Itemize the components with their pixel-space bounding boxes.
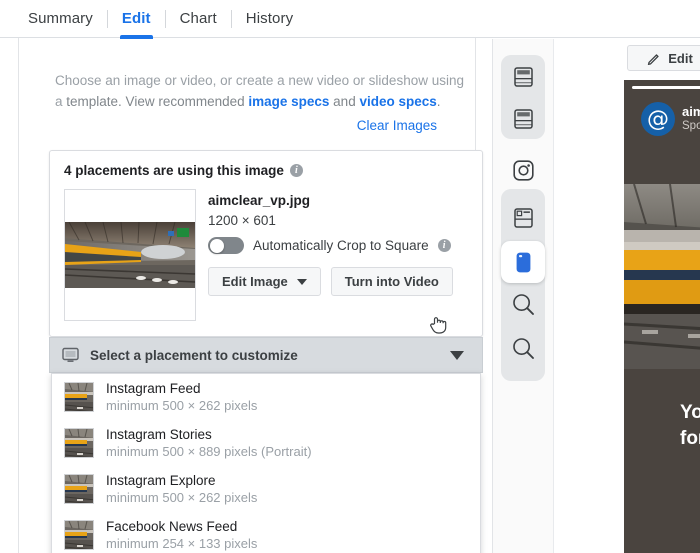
monitor-icon	[62, 347, 79, 362]
tab-edit[interactable]: Edit	[108, 0, 165, 39]
dropdown-item-title: Instagram Stories	[106, 427, 212, 442]
avatar: @	[641, 102, 675, 136]
auto-crop-label: Automatically Crop to Square	[253, 238, 429, 253]
rail-item-search-1[interactable]	[501, 283, 545, 325]
chevron-down-icon	[296, 278, 307, 285]
file-name: aimclear_vp.jpg	[208, 193, 311, 208]
dropdown-item[interactable]: Instagram Feed minimum 500 × 262 pixels	[52, 374, 480, 420]
preview-edit-button[interactable]: Edit	[627, 45, 700, 71]
tab-bar: Summary Edit Chart History	[0, 0, 700, 39]
placement-thumbnail	[64, 520, 94, 550]
select-placement-bar[interactable]: Select a placement to customize	[49, 337, 483, 373]
edit-image-button[interactable]: Edit Image	[208, 267, 321, 296]
feed-card-icon	[513, 208, 533, 228]
crop-to-square-row: Automatically Crop to Square i	[208, 237, 451, 254]
rail-item-feed-2[interactable]	[501, 98, 545, 140]
preview-edit-label: Edit	[668, 50, 693, 66]
placement-thumbnail-image	[65, 475, 93, 503]
dropdown-item[interactable]: Instagram Stories minimum 500 × 889 pixel…	[52, 420, 480, 466]
video-specs-link[interactable]: video specs	[359, 94, 436, 109]
dropdown-item-subtitle: minimum 500 × 262 pixels	[106, 398, 258, 413]
select-placement-label: Select a placement to customize	[90, 347, 298, 363]
chevron-down-icon[interactable]	[450, 351, 464, 360]
auto-crop-toggle[interactable]	[208, 237, 244, 254]
dropdown-item-text: Instagram Feed minimum 500 × 262 pixels	[106, 380, 257, 414]
card-button-row: Edit Image Turn into Video	[208, 267, 453, 296]
dropdown-item-title: Instagram Explore	[106, 473, 216, 488]
feed-card-icon	[513, 109, 533, 129]
search-icon	[512, 293, 534, 315]
tab-list: Summary Edit Chart History	[0, 0, 307, 39]
crop-info-icon[interactable]: i	[437, 239, 451, 252]
dropdown-item[interactable]: Instagram Explore minimum 500 × 262 pixel…	[52, 466, 480, 512]
sponsored-label: Spons	[682, 120, 700, 132]
tab-chart[interactable]: Chart	[166, 0, 231, 38]
placement-thumbnail	[64, 474, 94, 504]
dropdown-item-subtitle: minimum 254 × 133 pixels	[106, 536, 258, 551]
dropdown-item-title: Facebook News Feed	[106, 519, 238, 534]
story-image	[624, 184, 700, 369]
placement-thumbnail-image	[65, 383, 93, 411]
dropdown-item-text: Instagram Stories minimum 500 × 889 pixel…	[106, 426, 312, 460]
instagram-icon	[512, 159, 534, 181]
dropdown-item-text: Facebook News Feed minimum 254 × 133 pixe…	[106, 518, 257, 552]
brand-name: aimc	[682, 104, 700, 119]
placement-card: 4 placements are using this image i aimc…	[49, 150, 483, 337]
rail-item-story-selected[interactable]	[501, 241, 545, 283]
rail-item-search-2[interactable]	[501, 327, 545, 369]
placement-card-title: 4 placements are using this image i	[64, 163, 303, 178]
pencil-icon	[648, 54, 660, 65]
avatar-glyph: @	[647, 106, 669, 132]
placement-icon-rail	[492, 39, 554, 553]
story-preview-card[interactable]: @ aimc Spons	[624, 80, 700, 553]
story-headline: You forc	[680, 400, 700, 452]
headline-line-1: You	[680, 402, 700, 423]
image-specs-link[interactable]: image specs	[248, 94, 329, 109]
train-station-photo	[624, 184, 700, 369]
description-line-2-pre: template. View recommended	[66, 94, 249, 109]
tab-history[interactable]: History	[232, 0, 307, 38]
description-line-2-mid: and	[329, 94, 360, 109]
placement-thumbnail	[64, 428, 94, 458]
app-root: Choose an image or video, or create a ne…	[0, 0, 700, 553]
turn-into-video-label: Turn into Video	[344, 274, 439, 289]
image-thumbnail[interactable]	[64, 189, 196, 321]
search-icon	[512, 337, 534, 359]
placement-dropdown-list[interactable]: Instagram Feed minimum 500 × 262 pixels I…	[51, 373, 481, 553]
toggle-knob	[209, 238, 224, 253]
story-phone-icon	[516, 252, 530, 272]
tab-summary[interactable]: Summary	[14, 0, 107, 38]
headline-line-2: forc	[680, 428, 700, 449]
file-dimensions: 1200 × 601	[208, 213, 276, 228]
rail-item-instagram[interactable]	[501, 149, 545, 191]
panel-description: Choose an image or video, or create a ne…	[55, 70, 470, 112]
train-station-photo	[65, 222, 195, 288]
placement-thumbnail-image	[65, 521, 93, 549]
dropdown-item-text: Instagram Explore minimum 500 × 262 pixel…	[106, 472, 257, 506]
placement-card-title-text: 4 placements are using this image	[64, 163, 284, 178]
dropdown-item-subtitle: minimum 500 × 889 pixels (Portrait)	[106, 444, 312, 459]
edit-image-label: Edit Image	[222, 274, 288, 289]
rail-item-feed-3[interactable]	[501, 197, 545, 239]
dropdown-item[interactable]: Facebook News Feed minimum 254 × 133 pixe…	[52, 512, 480, 553]
placement-thumbnail-image	[65, 429, 93, 457]
story-progress-bar	[632, 86, 700, 89]
rail-item-feed-1[interactable]	[501, 56, 545, 98]
ad-preview-panel: Edit @ aimc Spons	[615, 39, 700, 553]
description-line-2-post: .	[436, 94, 441, 109]
turn-into-video-button[interactable]: Turn into Video	[330, 267, 453, 296]
placement-thumbnail	[64, 382, 94, 412]
feed-card-icon	[513, 67, 533, 87]
info-icon[interactable]: i	[289, 164, 303, 177]
edit-panel: Choose an image or video, or create a ne…	[18, 38, 483, 553]
dropdown-item-subtitle: minimum 500 × 262 pixels	[106, 490, 258, 505]
dropdown-item-title: Instagram Feed	[106, 381, 201, 396]
clear-images-link[interactable]: Clear Images	[357, 118, 437, 133]
